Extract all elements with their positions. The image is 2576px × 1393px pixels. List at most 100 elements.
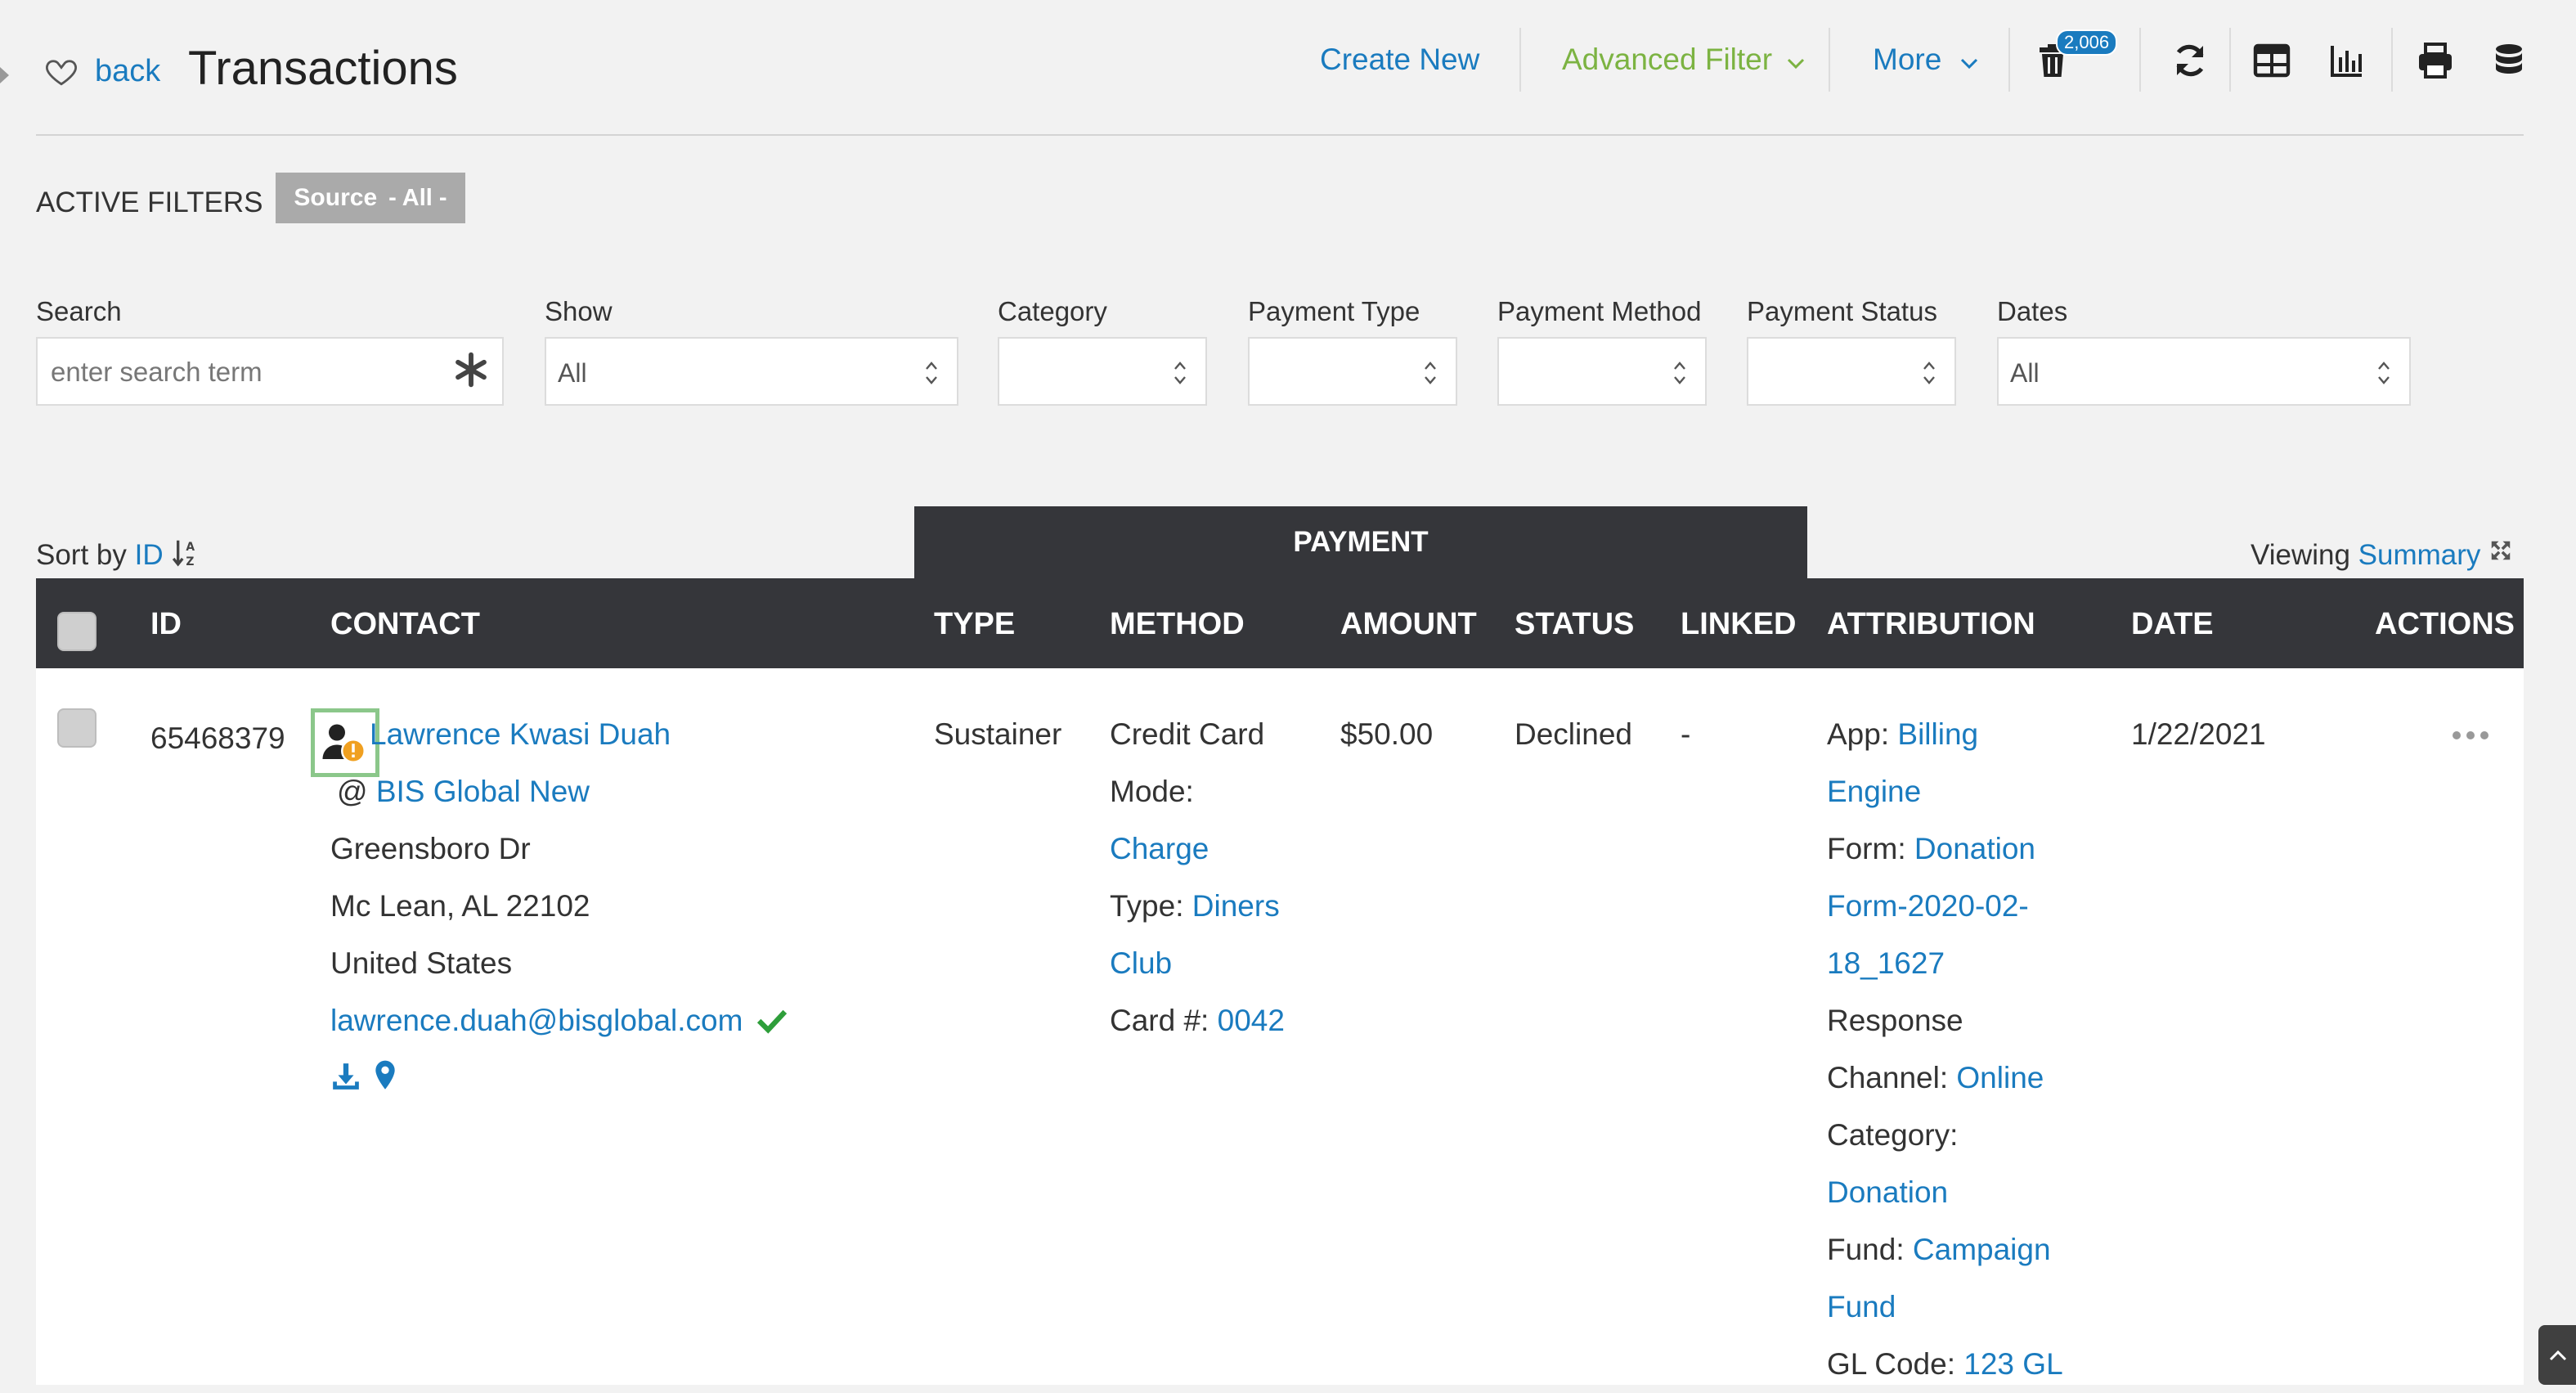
database-icon[interactable] [2489, 41, 2529, 80]
map-pin-icon[interactable] [371, 1059, 399, 1092]
payment-status-select[interactable] [1747, 337, 1956, 406]
app-link-cont[interactable]: Engine [1827, 763, 2063, 820]
show-label: Show [545, 296, 613, 326]
linked-link[interactable]: - [1681, 706, 1690, 763]
fund-link[interactable]: Campaign [1913, 1233, 2051, 1266]
payment-method-select[interactable] [1497, 337, 1707, 406]
card-type-link[interactable]: Diners [1192, 889, 1280, 923]
payment-method-label: Payment Method [1497, 296, 1702, 326]
chevron-up-icon [2549, 1350, 2567, 1361]
organization-link[interactable]: BIS Global New [376, 775, 590, 808]
response-label: Response [1827, 1004, 1963, 1037]
card-number-link[interactable]: 0042 [1218, 1004, 1285, 1037]
divider [2008, 28, 2010, 92]
row-checkbox[interactable] [57, 708, 96, 748]
app-link[interactable]: Billing [1897, 717, 1978, 751]
sort-field-link[interactable]: ID [135, 539, 164, 571]
search-placeholder: enter search term [51, 357, 263, 387]
more-button[interactable]: More [1873, 43, 1978, 77]
card-type-link-cont[interactable]: Club [1110, 935, 1285, 992]
show-value: All [558, 358, 587, 388]
column-header-actions: ACTIONS [2375, 607, 2515, 641]
form-label: Form: [1827, 832, 1906, 865]
chip-value: - All - [388, 184, 447, 211]
source-filter-chip[interactable]: Source - All - [276, 173, 465, 223]
channel-link[interactable]: Online [1956, 1061, 2044, 1094]
contact-name-link[interactable]: Lawrence Kwasi Duah [370, 717, 671, 751]
column-header-status[interactable]: STATUS [1515, 607, 1634, 642]
search-input[interactable]: enter search term [36, 337, 504, 406]
create-new-button[interactable]: Create New [1320, 43, 1479, 77]
category-label: Category [998, 296, 1107, 326]
transaction-id-link[interactable]: 65468379 [150, 710, 285, 767]
chevron-down-icon [1788, 58, 1805, 70]
divider [1829, 28, 1830, 92]
column-header-id[interactable]: ID [150, 607, 182, 642]
sidebar-toggle-arrow[interactable] [0, 67, 9, 83]
bar-chart-icon[interactable] [2327, 41, 2367, 80]
advanced-filter-label: Advanced Filter [1562, 43, 1773, 76]
payment-status-label: Payment Status [1747, 296, 1937, 326]
dates-select[interactable]: All [1997, 337, 2411, 406]
fund-label: Fund: [1827, 1233, 1905, 1266]
column-header-date[interactable]: DATE [2131, 607, 2214, 642]
amount-link[interactable]: $50.00 [1340, 706, 1433, 763]
heart-icon[interactable] [44, 54, 79, 88]
viewing-mode-link[interactable]: Summary [2358, 539, 2481, 571]
divider [2139, 28, 2141, 92]
viewing-label: Viewing [2251, 539, 2350, 571]
contact-cell: Lawrence Kwasi Duah @ BIS Global New Gre… [330, 706, 788, 1107]
select-arrows-icon [2378, 362, 2390, 384]
advanced-filter-button[interactable]: Advanced Filter [1562, 43, 1805, 77]
page-title: Transactions [188, 42, 458, 95]
transaction-type-link[interactable]: Sustainer [934, 706, 1061, 763]
gl-code-link[interactable]: 123 GL [1963, 1347, 2062, 1381]
contact-email-link[interactable]: lawrence.duah@bisglobal.com [330, 1004, 743, 1037]
more-actions-icon[interactable] [2452, 730, 2489, 740]
app-label: App: [1827, 717, 1890, 751]
payment-group-header: PAYMENT [914, 506, 1807, 578]
viewing-mode: Viewing Summary [2251, 538, 2513, 572]
category-attr-link[interactable]: Donation [1827, 1164, 2063, 1221]
download-icon[interactable] [330, 1061, 361, 1092]
back-link[interactable]: back [95, 54, 160, 89]
select-arrows-icon [1923, 362, 1935, 384]
column-header-method[interactable]: METHOD [1110, 607, 1245, 642]
column-header-type[interactable]: TYPE [934, 607, 1015, 642]
select-arrows-icon [926, 362, 937, 384]
scroll-to-top-button[interactable] [2538, 1325, 2576, 1385]
refresh-icon[interactable] [2170, 41, 2210, 80]
at-symbol: @ [337, 775, 368, 808]
category-select[interactable] [998, 337, 1207, 406]
divider [2229, 28, 2231, 92]
asterisk-icon[interactable] [453, 352, 489, 388]
mode-value-link[interactable]: Charge [1110, 820, 1285, 878]
form-link-cont[interactable]: Form-2020-02- [1827, 878, 2063, 935]
sort-label: Sort by [36, 539, 127, 571]
fund-link-cont[interactable]: Fund [1827, 1278, 2063, 1336]
column-header-attribution[interactable]: ATTRIBUTION [1827, 607, 2035, 642]
date-link[interactable]: 1/22/2021 [2131, 706, 2266, 763]
attribution-cell: App: Billing Engine Form: Donation Form-… [1827, 706, 2063, 1393]
payment-type-select[interactable] [1248, 337, 1457, 406]
method-cell: Credit Card Mode: Charge Type: Diners Cl… [1110, 706, 1285, 1049]
form-link[interactable]: Donation [1914, 832, 2035, 865]
payment-type-label: Payment Type [1248, 296, 1420, 326]
dates-label: Dates [1997, 296, 2068, 326]
table-view-icon[interactable] [2252, 41, 2291, 80]
show-select[interactable]: All [545, 337, 958, 406]
channel-label: Channel: [1827, 1061, 1949, 1094]
address-country: United States [330, 946, 513, 980]
expand-icon[interactable] [2488, 538, 2513, 563]
chip-field: Source [294, 184, 378, 211]
sort-direction-icon[interactable]: A Z [171, 538, 199, 568]
form-link-cont2[interactable]: 18_1627 [1827, 935, 2063, 992]
status-link[interactable]: Declined [1515, 706, 1632, 763]
print-icon[interactable] [2416, 41, 2455, 80]
column-header-amount[interactable]: AMOUNT [1340, 607, 1477, 642]
svg-text:A: A [186, 541, 195, 554]
column-header-linked[interactable]: LINKED [1681, 607, 1796, 642]
address-street: Greensboro Dr [330, 832, 531, 865]
select-all-checkbox[interactable] [57, 612, 96, 651]
column-header-contact[interactable]: CONTACT [330, 607, 480, 642]
